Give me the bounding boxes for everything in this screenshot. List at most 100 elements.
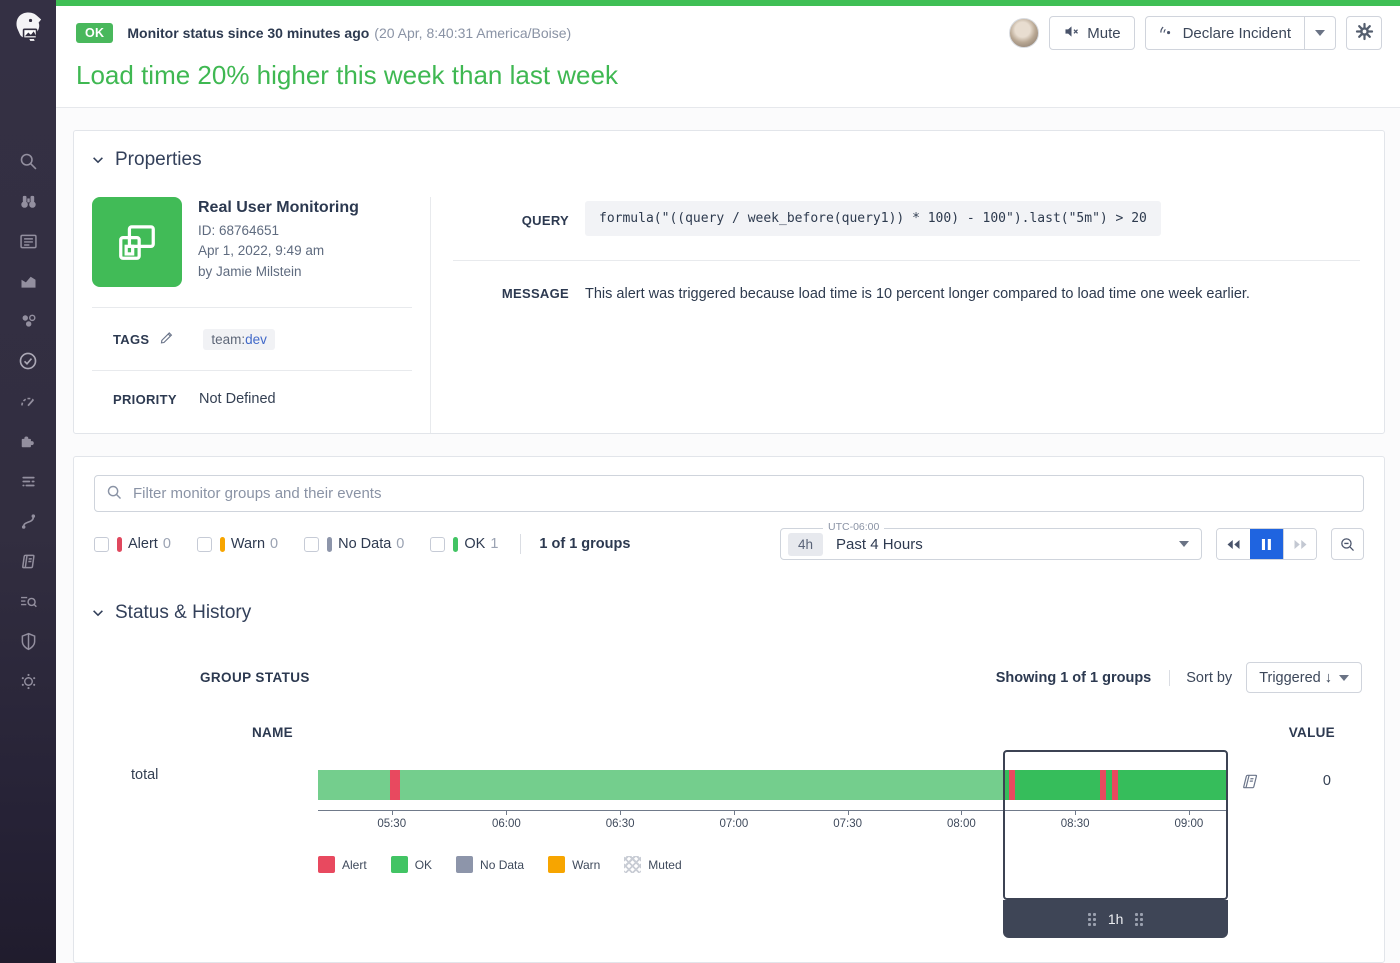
logs-icon[interactable] — [0, 581, 56, 621]
chevron-down-icon — [1315, 30, 1325, 36]
time-range-label: Past 4 Hours — [836, 536, 923, 553]
axis-tick-label: 06:00 — [492, 818, 521, 830]
mute-button[interactable]: Mute — [1049, 16, 1134, 50]
status-badge: OK — [76, 23, 113, 43]
gear-icon — [1355, 22, 1374, 45]
section-title: Properties — [115, 149, 202, 171]
groups-card: Alert0 Warn0 No Data0 OK1 1 of 1 groups UTC… — [73, 456, 1385, 963]
status-pill — [327, 537, 332, 552]
message-text: This alert was triggered because load ti… — [585, 285, 1250, 302]
apm-icon[interactable] — [0, 381, 56, 421]
declare-incident-button[interactable]: Declare Incident — [1145, 16, 1305, 50]
events-icon[interactable] — [0, 221, 56, 261]
status-filter-warn[interactable]: Warn0 — [197, 536, 278, 552]
chevron-down-icon — [91, 606, 105, 620]
axis-tick-label: 07:30 — [833, 818, 862, 830]
section-title: Status & History — [115, 602, 251, 624]
status-filter-alert[interactable]: Alert0 — [94, 536, 171, 552]
security-icon[interactable] — [0, 621, 56, 661]
status-filter-no-data[interactable]: No Data0 — [304, 536, 404, 552]
app-root: OK Monitor status since 30 minutes ago (… — [0, 0, 1400, 963]
filter-input[interactable] — [94, 475, 1364, 512]
divider — [520, 534, 521, 554]
status-filter-group: Alert0 Warn0 No Data0 OK1 — [94, 536, 524, 552]
timezone-label: UTC-06:00 — [823, 521, 884, 533]
page-title: Load time 20% higher this week than last… — [76, 60, 1382, 91]
status-pill — [117, 537, 122, 552]
selection-duration: 1h — [1108, 911, 1124, 927]
avatar[interactable] — [1009, 18, 1039, 48]
groups-count: 1 of 1 groups — [539, 536, 630, 552]
tag-team-dev[interactable]: team:dev — [203, 329, 275, 350]
sort-dropdown[interactable]: Triggered ↓ — [1246, 662, 1362, 693]
legend-item: Warn — [548, 856, 600, 873]
properties-card: Properties Real User Monitoring ID: 6876… — [73, 130, 1385, 434]
monitor-created: Apr 1, 2022, 9:49 am — [198, 241, 359, 261]
group-row-total: total 05:3006:0006:3007:0007:3008:0008:3… — [74, 760, 1384, 952]
time-range-selector[interactable]: UTC-06:00 4h Past 4 Hours — [780, 528, 1202, 560]
divider — [92, 307, 412, 308]
status-pill — [220, 537, 225, 552]
group-status-label: GROUP STATUS — [200, 670, 310, 685]
monitor-header: OK Monitor status since 30 minutes ago (… — [56, 6, 1400, 108]
name-column-header: NAME — [252, 725, 293, 740]
watchdog-icon[interactable] — [0, 181, 56, 221]
query-label: QUERY — [431, 201, 569, 228]
edit-tags-icon[interactable] — [159, 328, 176, 350]
selection-footer[interactable]: 1h — [1003, 900, 1228, 938]
axis-tick-label: 06:30 — [606, 818, 635, 830]
forward-button[interactable] — [1283, 529, 1316, 559]
infrastructure-icon[interactable] — [0, 301, 56, 341]
status-timestamp: (20 Apr, 8:40:31 America/Boise) — [374, 25, 571, 41]
declare-incident-dropdown[interactable] — [1305, 16, 1336, 50]
search-icon[interactable] — [0, 141, 56, 181]
service-map-icon[interactable] — [0, 501, 56, 541]
alert-stripe — [390, 770, 400, 800]
selection-box[interactable] — [1003, 750, 1228, 900]
settings-button[interactable] — [1346, 16, 1382, 50]
legend-item: Muted — [624, 856, 681, 873]
status-filter-ok[interactable]: OK1 — [430, 536, 498, 552]
pause-button[interactable] — [1250, 529, 1283, 559]
drag-handle-left[interactable] — [1087, 912, 1097, 927]
ux-monitoring-icon[interactable] — [0, 661, 56, 701]
chevron-down-icon — [91, 153, 105, 167]
status-timeline: 05:3006:0006:3007:0007:3008:0008:3009:00… — [318, 760, 1228, 952]
metrics-icon[interactable] — [0, 261, 56, 301]
status-text: Monitor status since 30 minutes ago — [127, 25, 369, 41]
properties-section-header[interactable]: Properties — [74, 131, 1384, 171]
query-code[interactable]: formula("((query / week_before(query1)) … — [585, 201, 1161, 236]
pipelines-icon[interactable] — [0, 461, 56, 501]
timeline-legend: AlertOKNo DataWarnMuted — [318, 856, 682, 873]
chevron-down-icon — [1179, 541, 1189, 547]
drag-handle-right[interactable] — [1134, 912, 1144, 927]
notebooks-icon[interactable] — [0, 541, 56, 581]
checkbox[interactable] — [197, 537, 212, 552]
group-name: total — [74, 760, 318, 952]
search-icon — [106, 484, 123, 506]
rewind-button[interactable] — [1217, 529, 1250, 559]
tags-label: TAGS — [113, 332, 149, 347]
sidebar — [0, 0, 56, 963]
checkbox[interactable] — [430, 537, 445, 552]
history-log-icon[interactable] — [1240, 773, 1259, 795]
datadog-logo[interactable] — [9, 8, 47, 55]
divider — [453, 260, 1360, 261]
divider — [92, 370, 412, 371]
sort-by-label: Sort by — [1169, 670, 1232, 686]
axis-tick-label: 07:00 — [719, 818, 748, 830]
message-label: MESSAGE — [431, 285, 569, 301]
checkbox[interactable] — [304, 537, 319, 552]
legend-item: Alert — [318, 856, 367, 873]
legend-item: OK — [391, 856, 432, 873]
showing-groups: Showing 1 of 1 groups — [996, 670, 1151, 686]
zoom-out-button[interactable] — [1331, 528, 1364, 560]
time-range-short: 4h — [788, 533, 823, 556]
status-history-section-header[interactable]: Status & History — [74, 584, 1384, 624]
monitors-icon[interactable] — [0, 341, 56, 381]
monitor-author: by Jamie Milstein — [198, 262, 359, 282]
monitor-id: ID: 68764651 — [198, 221, 359, 241]
checkbox[interactable] — [94, 537, 109, 552]
value-column-header: VALUE — [1289, 725, 1335, 740]
integrations-icon[interactable] — [0, 421, 56, 461]
